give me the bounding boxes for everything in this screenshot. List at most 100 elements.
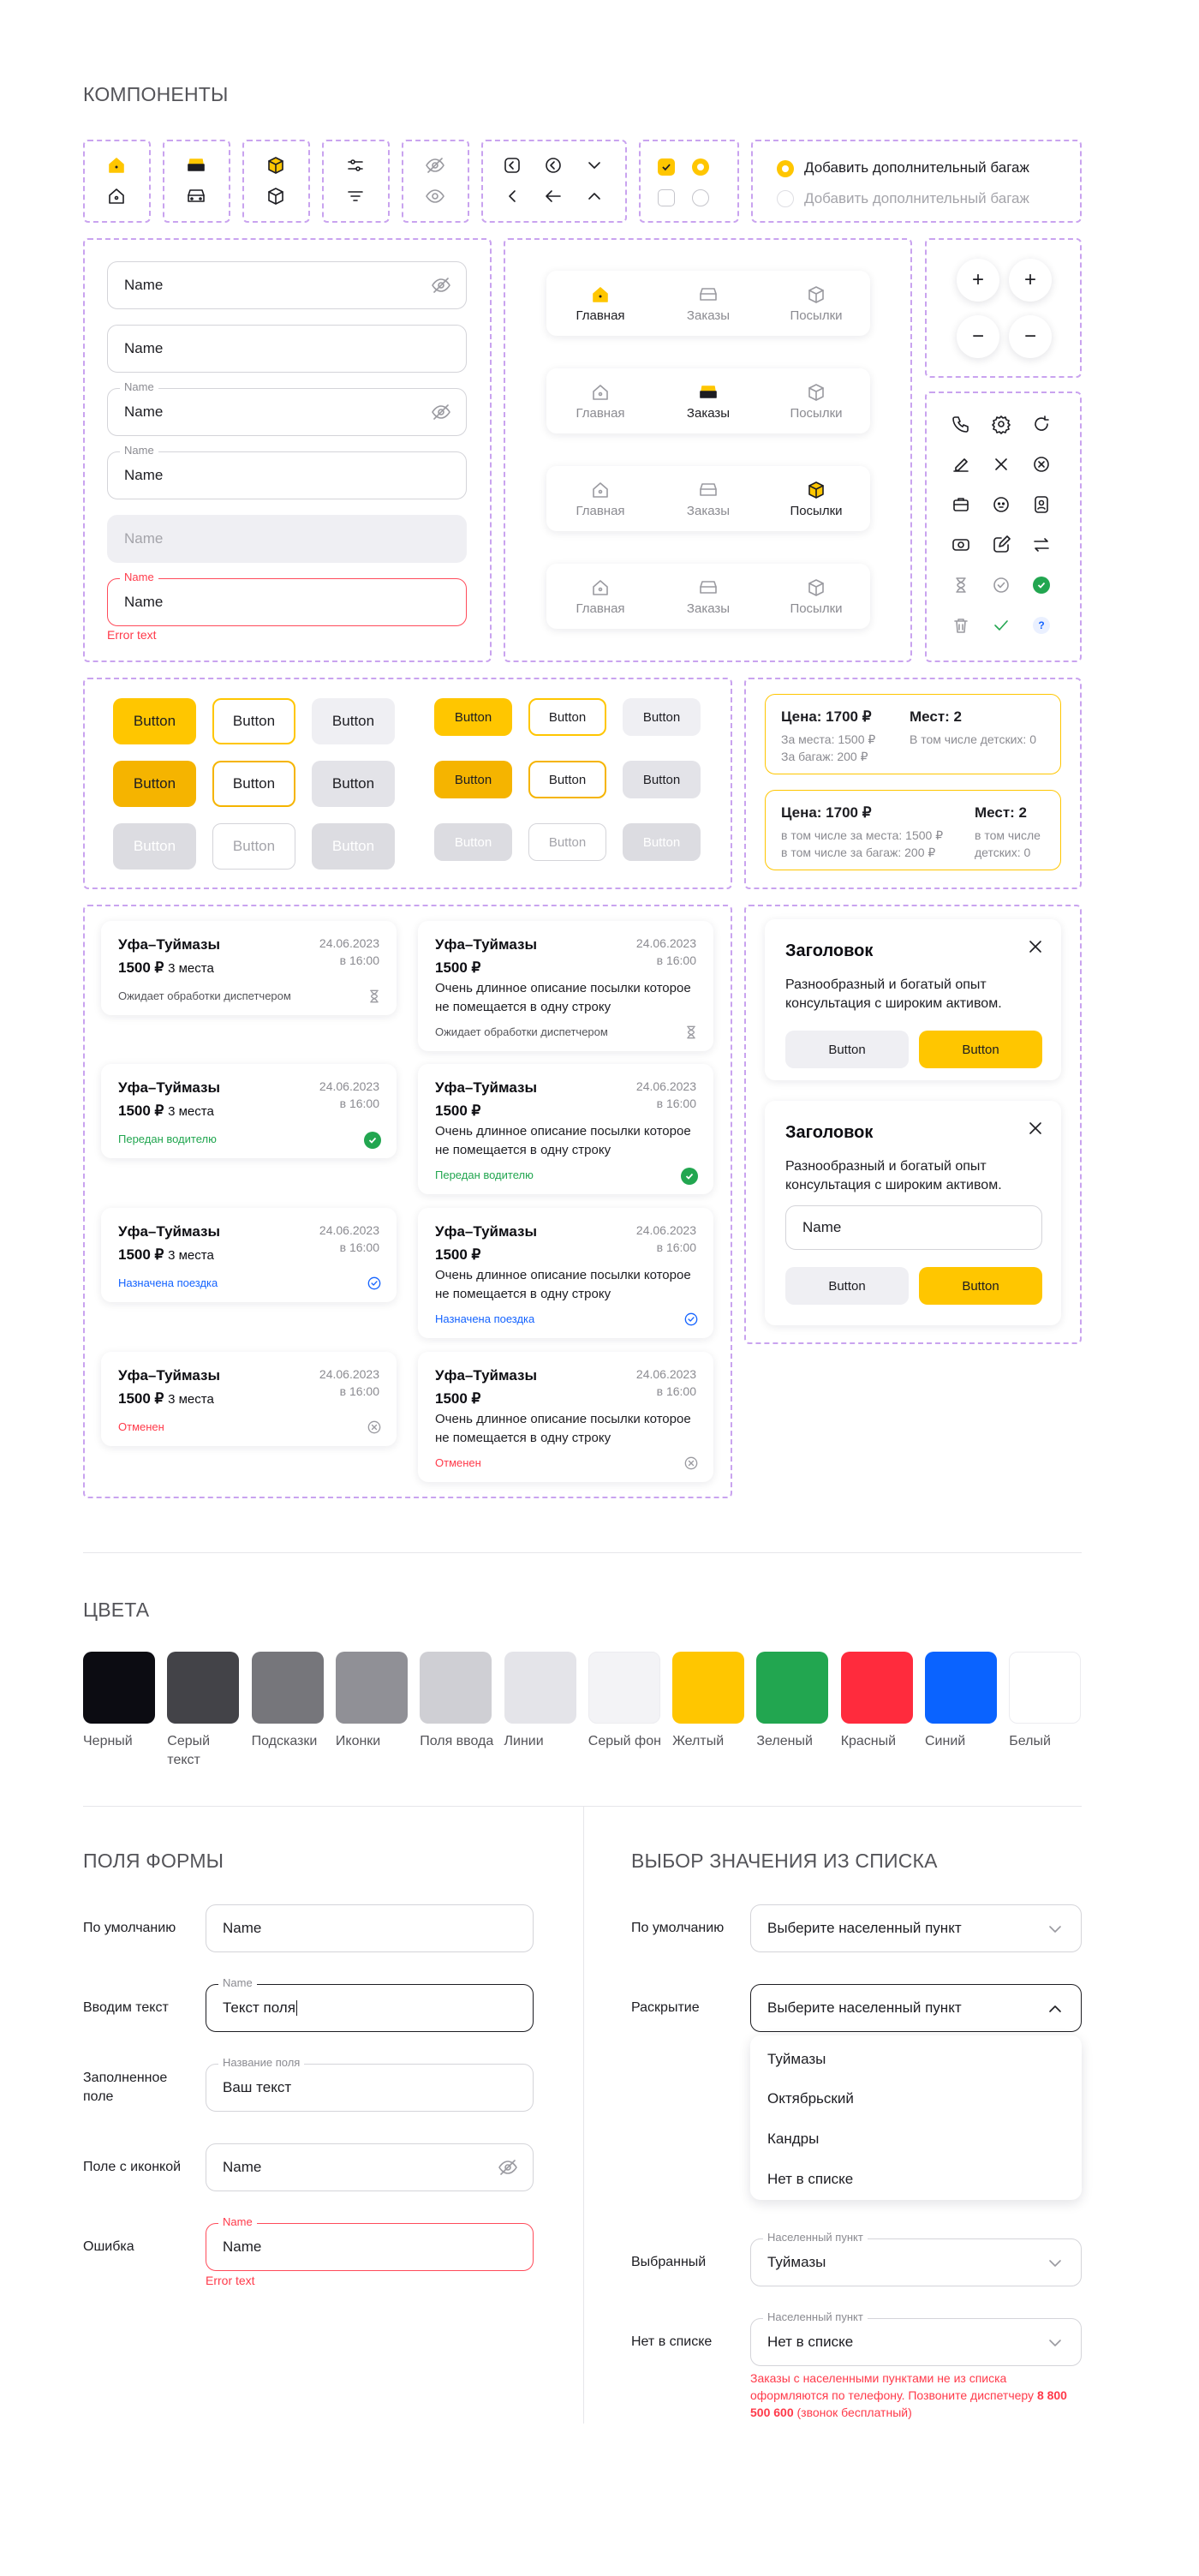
close-icon[interactable] (1025, 1118, 1046, 1139)
eye-off-icon[interactable] (431, 402, 451, 422)
plus-button[interactable]: + (957, 259, 999, 302)
parcel-card[interactable]: Уфа–Туймазы 1500 ₽ 24.06.2023 в 16:00 Оче… (418, 1208, 713, 1338)
tab-parcels[interactable]: Посылки (762, 271, 870, 336)
checkbox-checked[interactable] (658, 158, 675, 176)
order-card[interactable]: Уфа–Туймазы 1500 ₽ 3 места 24.06.2023 в 1… (101, 1352, 397, 1446)
select-open[interactable]: Выберите населенный пункт (750, 1984, 1082, 2032)
form-row-label: Вводим текст (83, 2000, 169, 2015)
components-title: КОМПОНЕНТЫ (83, 83, 229, 105)
eye-off-icon[interactable] (498, 2157, 518, 2178)
parcel-card[interactable]: Уфа–Туймазы 1500 ₽ 24.06.2023 в 16:00 Оче… (418, 921, 713, 1051)
form-input-error[interactable]: Name Name (206, 2215, 534, 2271)
tab-home[interactable]: Главная (546, 564, 654, 629)
box-icon (265, 186, 286, 206)
dialog: Заголовок Разнообразный и богатый опыт к… (765, 919, 1061, 1080)
tab-home[interactable]: Главная (546, 466, 654, 531)
color-swatch-label: Зеленый (756, 1734, 813, 1748)
button-small-primary[interactable]: Button (434, 698, 512, 736)
check-green-icon (991, 615, 1011, 636)
form-input-filled[interactable]: Название поля Ваш текст (206, 2056, 534, 2112)
tab-orders[interactable]: Заказы (654, 466, 762, 531)
baby-icon (991, 494, 1011, 515)
form-input-icon[interactable]: Name (206, 2143, 534, 2191)
dialog-cancel-button[interactable]: Button (785, 1267, 909, 1305)
color-swatch (672, 1652, 745, 1724)
color-swatch-label: Черный (83, 1734, 133, 1748)
plus-button-alt[interactable]: + (1009, 259, 1052, 302)
button-small-primary-hover[interactable]: Button (434, 761, 512, 798)
form-input-typing[interactable]: Name Текст поля (206, 1976, 534, 2032)
tab-orders[interactable]: Заказы (654, 564, 762, 629)
button-primary[interactable]: Button (113, 698, 196, 744)
close-icon[interactable] (1025, 936, 1046, 957)
select-default[interactable]: Выберите населенный пункт (750, 1904, 1082, 1952)
button-small-gray[interactable]: Button (623, 698, 701, 736)
tab-parcels[interactable]: Посылки (762, 564, 870, 629)
eye-off-icon[interactable] (431, 275, 451, 296)
radio-checked[interactable] (692, 158, 709, 176)
select-dropdown: Туймазы Октябрьский Кандры Нет в списке (750, 2035, 1082, 2200)
question-icon: ? (1033, 617, 1050, 634)
button-small-gray-hover[interactable]: Button (623, 761, 701, 798)
parcel-card[interactable]: Уфа–Туймазы 1500 ₽ 24.06.2023 в 16:00 Оче… (418, 1352, 713, 1482)
radio-baggage-off[interactable] (777, 190, 794, 207)
select-notice: Заказы с населенными пунктами не из спис… (750, 2371, 1067, 2419)
button-gray-hover[interactable]: Button (312, 761, 395, 807)
divider (83, 1552, 1082, 1553)
select-option[interactable]: Нет в списке (767, 2171, 853, 2188)
dialog-cancel-button[interactable]: Button (785, 1031, 909, 1068)
button-primary-hover[interactable]: Button (113, 761, 196, 807)
tab-parcels[interactable]: Посылки (762, 466, 870, 531)
select-selected[interactable]: Населенный пункт Туймазы (750, 2231, 1082, 2286)
button-small-outline-hover[interactable]: Button (528, 761, 606, 798)
hourglass-icon (366, 988, 383, 1005)
form-input-default[interactable]: Name (206, 1904, 534, 1952)
zoom-box (925, 238, 1082, 378)
button-gray[interactable]: Button (312, 698, 395, 744)
tab-orders[interactable]: Заказы (654, 271, 762, 336)
tab-parcels[interactable]: Посылки (762, 368, 870, 433)
input-error[interactable]: Name Name (107, 571, 467, 626)
order-card[interactable]: Уфа–Туймазы 1500 ₽ 3 места 24.06.2023 в 1… (101, 1064, 397, 1158)
price-card: Цена: 1700 ₽ Мест: 2 За места: 1500 ₽ За… (765, 694, 1061, 774)
button-outline-hover[interactable]: Button (212, 761, 295, 807)
input-with-eye[interactable]: Name (107, 261, 467, 309)
dialog-input[interactable]: Name (785, 1205, 1042, 1250)
parcel-card[interactable]: Уфа–Туймазы 1500 ₽ 24.06.2023 в 16:00 Оче… (418, 1064, 713, 1194)
color-swatch-label: Серый текст (167, 1734, 211, 1767)
dialog-ok-button[interactable]: Button (919, 1267, 1042, 1305)
home-icon (590, 480, 611, 500)
close-circle-icon (683, 1455, 700, 1472)
chevron-down-icon (1045, 2253, 1065, 2274)
select-option[interactable]: Октябрьский (767, 2090, 854, 2107)
order-card[interactable]: Уфа–Туймазы 1500 ₽ 3 места 24.06.2023 в 1… (101, 1208, 397, 1302)
select-option[interactable]: Кандры (767, 2131, 819, 2148)
button-small-outline[interactable]: Button (528, 698, 606, 736)
tab-orders[interactable]: Заказы (654, 368, 762, 433)
radio-unchecked[interactable] (692, 189, 709, 206)
select-not-listed[interactable]: Населенный пункт Нет в списке (750, 2310, 1082, 2366)
input-default[interactable]: Name (107, 325, 467, 373)
radio-list-box: Добавить дополнительный багаж Добавить д… (751, 140, 1082, 223)
dialog-ok-button[interactable]: Button (919, 1031, 1042, 1068)
select-option[interactable]: Туймазы (767, 2051, 826, 2068)
color-swatch-label: Линии (504, 1734, 544, 1748)
radio-baggage-on[interactable] (777, 160, 794, 177)
pencil-icon (951, 454, 971, 475)
tab-home[interactable]: Главная (546, 271, 654, 336)
icon-box-filter (322, 140, 390, 223)
input-labeled-eye[interactable]: Name Name (107, 380, 467, 436)
checkbox-unchecked[interactable] (658, 189, 675, 206)
tabbar-home: Главная Заказы Посылки (546, 271, 870, 336)
tab-home[interactable]: Главная (546, 368, 654, 433)
button-outline[interactable]: Button (212, 698, 295, 744)
input-labeled[interactable]: Name Name (107, 444, 467, 499)
order-card[interactable]: Уфа–Туймазы 1500 ₽ 3 места 24.06.2023 в 1… (101, 921, 397, 1015)
color-swatch (925, 1652, 997, 1724)
minus-button[interactable]: − (957, 315, 999, 358)
minus-button-alt[interactable]: − (1009, 315, 1052, 358)
color-swatch (588, 1652, 660, 1724)
dialog-text: Разнообразный и богатый опыт консультаци… (785, 1159, 1002, 1192)
hourglass-icon (683, 1024, 700, 1041)
dialog-with-input: Заголовок Разнообразный и богатый опыт к… (765, 1101, 1061, 1325)
